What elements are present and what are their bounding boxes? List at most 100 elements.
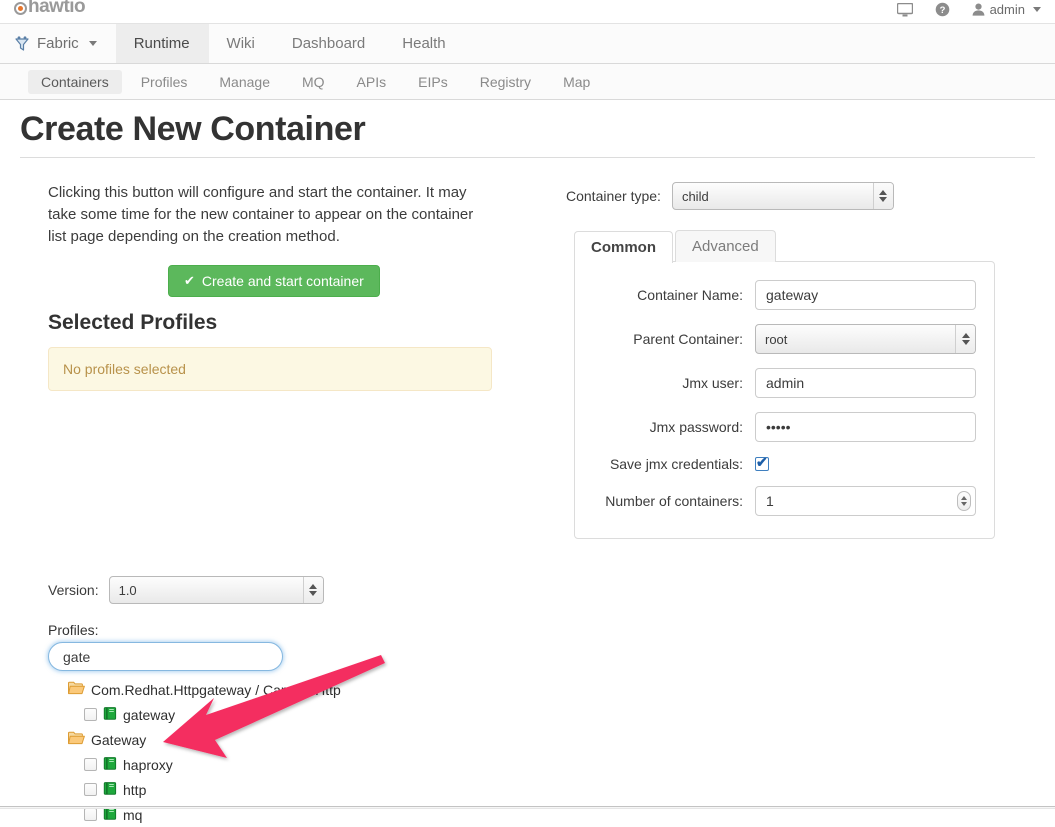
- nav-fabric-dropdown[interactable]: Fabric: [0, 24, 116, 63]
- selected-profiles-heading: Selected Profiles: [48, 311, 218, 335]
- profile-checkbox[interactable]: [84, 758, 97, 771]
- nav-item-dashboard[interactable]: Dashboard: [274, 24, 384, 63]
- user-icon: [972, 3, 985, 16]
- spinner-icon: [302, 577, 323, 603]
- container-name-input[interactable]: [755, 280, 976, 310]
- subnav-label: MQ: [301, 73, 325, 90]
- tab-label: Advanced: [692, 238, 759, 255]
- subnav-label: Profiles: [140, 73, 188, 90]
- profiles-label: Profiles:: [48, 622, 99, 638]
- hawtio-logo-icon: [14, 1, 27, 15]
- jmx-password-label: Jmx password:: [649, 419, 743, 435]
- container-config-tabs: Common Advanced: [574, 230, 1035, 263]
- tree-profile-row[interactable]: gateway: [84, 702, 341, 727]
- nav-item-health[interactable]: Health: [384, 24, 464, 63]
- profile-checkbox[interactable]: [84, 708, 97, 721]
- hawtio-logo-text: hawtio: [28, 0, 86, 17]
- version-row: Version: 1.0: [48, 576, 324, 604]
- tree-folder-label: Gateway: [91, 731, 147, 748]
- container-type-label: Container type:: [566, 188, 661, 204]
- no-profiles-message: No profiles selected: [63, 361, 186, 378]
- nav-item-wiki[interactable]: Wiki: [209, 24, 274, 63]
- subnav-label: EIPs: [418, 73, 448, 90]
- spinner-icon: [872, 183, 893, 209]
- svg-text:?: ?: [939, 5, 945, 16]
- create-and-start-container-button[interactable]: ✔ Create and start container: [168, 265, 380, 298]
- sub-navigation: Containers Profiles Manage MQ APIs EIPs …: [0, 64, 1055, 100]
- number-of-containers-input[interactable]: [755, 486, 976, 516]
- field-row-parent-container: Parent Container: root: [575, 324, 980, 354]
- profiles-filter-input[interactable]: [48, 642, 283, 671]
- subnav-item-profiles[interactable]: Profiles: [128, 70, 201, 94]
- help-icon[interactable]: ?: [935, 2, 950, 17]
- container-type-select[interactable]: child: [671, 182, 894, 210]
- version-select[interactable]: 1.0: [108, 576, 324, 604]
- subnav-item-mq[interactable]: MQ: [289, 70, 338, 94]
- tree-profile-row[interactable]: haproxy: [84, 752, 341, 777]
- subnav-label: Manage: [219, 73, 270, 90]
- create-button-label: Create and start container: [201, 273, 364, 290]
- tree-profile-label: gateway: [123, 706, 176, 723]
- parent-container-select[interactable]: root: [755, 324, 976, 354]
- field-row-jmx-password: Jmx password:: [575, 412, 980, 442]
- subnav-label: Map: [563, 73, 591, 90]
- subnav-item-containers[interactable]: Containers: [28, 69, 122, 94]
- nav-item-runtime[interactable]: Runtime: [115, 24, 209, 63]
- subnav-item-eips[interactable]: EIPs: [405, 70, 461, 94]
- subnav-item-map[interactable]: Map: [550, 70, 603, 94]
- no-profiles-alert: No profiles selected: [48, 347, 492, 392]
- user-menu[interactable]: admin: [972, 2, 1041, 17]
- jmx-password-input[interactable]: [755, 412, 976, 442]
- tree-profile-label: http: [123, 781, 147, 798]
- right-column: Container type: child Common Advanced Co…: [540, 164, 1035, 539]
- intro-text: Clicking this button will configure and …: [48, 184, 474, 245]
- page-title: Create New Container: [20, 110, 1035, 158]
- version-label: Version:: [48, 582, 99, 598]
- subnav-item-manage[interactable]: Manage: [206, 70, 283, 94]
- parent-container-value: root: [765, 331, 788, 347]
- subnav-label: Registry: [479, 73, 532, 90]
- container-name-label: Container Name:: [637, 287, 743, 303]
- save-credentials-label: Save jmx credentials:: [609, 456, 743, 472]
- profile-checkbox[interactable]: [84, 808, 97, 821]
- folder-icon: [68, 731, 85, 748]
- hawtio-logo[interactable]: hawtio: [14, 0, 86, 18]
- field-row-save-credentials: Save jmx credentials:: [575, 454, 980, 472]
- brand-bar-actions: ? admin: [896, 2, 1041, 17]
- container-type-row: Container type: child: [556, 182, 1035, 210]
- nav-label: Runtime: [133, 35, 190, 52]
- tree-folder-label: Com.Redhat.Httpgateway / Camel / Http: [91, 681, 341, 698]
- fabric-icon: [14, 35, 30, 52]
- monitor-icon[interactable]: [896, 2, 913, 17]
- save-credentials-checkbox[interactable]: [755, 454, 769, 471]
- nav-label: Dashboard: [291, 35, 366, 52]
- number-of-containers-label: Number of containers:: [605, 493, 743, 509]
- nav-label: Health: [402, 35, 446, 52]
- content-columns: Clicking this button will configure and …: [20, 164, 1035, 823]
- container-type-value: child: [681, 188, 709, 204]
- chevron-down-icon: [88, 41, 97, 46]
- profile-icon: [103, 781, 117, 798]
- left-column: Clicking this button will configure and …: [20, 164, 540, 823]
- tree-profile-row[interactable]: http: [84, 777, 341, 802]
- profile-checkbox[interactable]: [84, 783, 97, 796]
- nav-label: Wiki: [226, 35, 255, 52]
- page-content: Create New Container Clicking this butto…: [0, 110, 1055, 823]
- subnav-label: Containers: [41, 73, 109, 90]
- tab-common[interactable]: Common: [574, 231, 673, 263]
- tree-folder-row[interactable]: Com.Redhat.Httpgateway / Camel / Http: [68, 677, 341, 702]
- jmx-user-input[interactable]: [755, 368, 976, 398]
- subnav-item-registry[interactable]: Registry: [467, 70, 544, 94]
- chevron-down-icon: [1033, 7, 1041, 12]
- number-stepper-icon[interactable]: [957, 491, 971, 511]
- tab-advanced[interactable]: Advanced: [675, 230, 776, 262]
- field-row-jmx-user: Jmx user:: [575, 368, 980, 398]
- folder-icon: [68, 681, 85, 698]
- check-icon: ✔: [184, 273, 195, 289]
- profile-icon: [103, 756, 117, 773]
- version-value: 1.0: [118, 582, 137, 598]
- subnav-item-apis[interactable]: APIs: [344, 70, 400, 94]
- field-row-container-name: Container Name:: [575, 280, 980, 310]
- parent-container-label: Parent Container:: [633, 331, 743, 347]
- tree-folder-row[interactable]: Gateway: [68, 727, 341, 752]
